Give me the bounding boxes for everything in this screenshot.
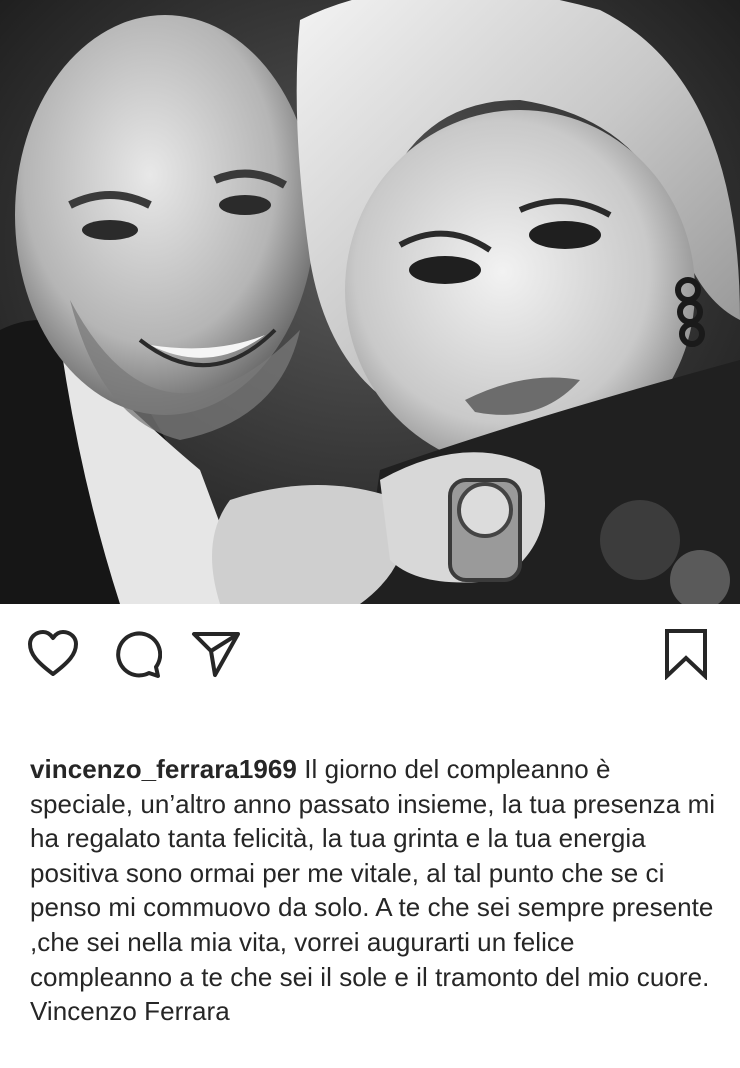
post-caption: vincenzo_ferrara1969 Il giorno del compl… xyxy=(30,752,720,1029)
bookmark-outline-icon[interactable] xyxy=(660,628,712,680)
photo-illustration xyxy=(0,0,740,604)
post-action-bar xyxy=(0,604,740,700)
post-photo[interactable] xyxy=(0,0,740,604)
caption-username[interactable]: vincenzo_ferrara1969 xyxy=(30,754,297,784)
comment-bubble-icon[interactable] xyxy=(111,628,163,680)
caption-text: Il giorno del compleanno è speciale, un’… xyxy=(30,754,716,1027)
heart-outline-icon[interactable] xyxy=(27,628,79,680)
paper-plane-icon[interactable] xyxy=(190,628,242,680)
